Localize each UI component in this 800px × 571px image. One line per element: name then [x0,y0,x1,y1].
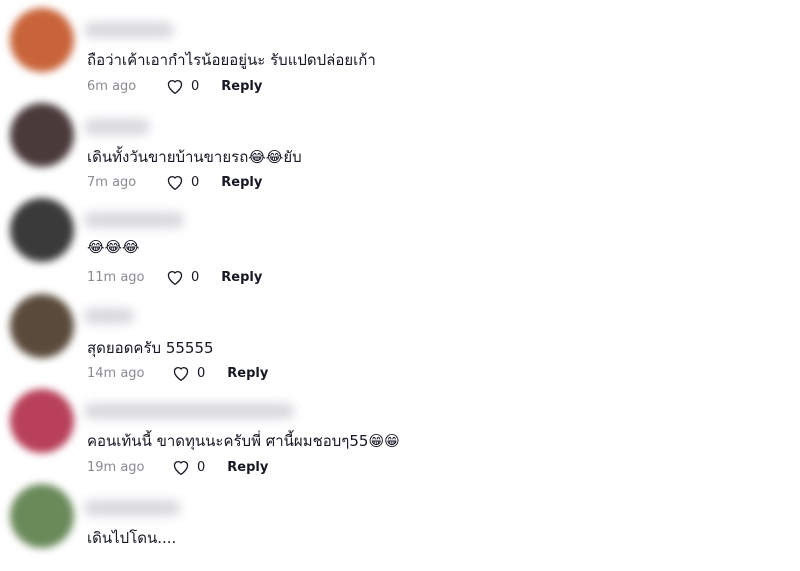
like-count: 0 [197,459,206,475]
heart-icon [167,271,183,286]
comment-item: สุดยอดครับ 55555 14m ago 0 Reply [0,286,800,382]
heart-icon [167,80,183,95]
avatar[interactable] [10,389,74,453]
comment-time: 14m ago [87,365,145,381]
reply-button[interactable]: Reply [227,460,268,475]
reply-button[interactable]: Reply [221,79,262,94]
comment-item: เดินไปโดน.... [0,476,800,571]
comment-meta: 7m ago 0 Reply [87,173,262,191]
reply-button[interactable]: Reply [221,270,262,285]
comment-time: 7m ago [87,174,137,190]
comment-time: 19m ago [87,459,145,475]
like-button[interactable]: 0 [165,173,199,191]
comment-text: 😂😂😂 [87,238,140,256]
username-blurred[interactable] [84,22,174,38]
like-count: 0 [197,365,206,381]
comment-time: 11m ago [87,269,145,285]
like-button[interactable]: 0 [171,364,205,382]
like-count: 0 [191,269,200,285]
avatar[interactable] [10,484,74,548]
reply-button[interactable]: Reply [221,175,262,190]
comment-meta: 14m ago 0 Reply [87,364,268,382]
reply-button[interactable]: Reply [227,366,268,381]
comment-meta: 19m ago 0 Reply [87,458,268,476]
username-blurred[interactable] [84,308,134,324]
comment-item: เดินทั้งวันขายบ้านขายรถ😂😂ยับ 7m ago 0 Re… [0,95,800,191]
comment-text: ถือว่าเค้าเอากำไรน้อยอยู่นะ รับแปดปล่อยเ… [87,51,376,69]
comment-text: เดินไปโดน.... [87,529,177,547]
comment-text: เดินทั้งวันขายบ้านขายรถ😂😂ยับ [87,148,302,166]
heart-icon [173,461,189,476]
comment-text: คอนเท้นนี้ ขาดทุนนะครับพี่ ศานี้ผมชอบๆ55… [87,432,400,450]
like-count: 0 [191,174,200,190]
username-blurred[interactable] [84,403,294,419]
comment-meta: 6m ago 0 Reply [87,77,262,95]
avatar[interactable] [10,294,74,358]
comment-text: สุดยอดครับ 55555 [87,339,214,357]
heart-icon [173,367,189,382]
username-blurred[interactable] [84,212,184,228]
comment-item: ถือว่าเค้าเอากำไรน้อยอยู่นะ รับแปดปล่อยเ… [0,0,800,95]
comment-item: คอนเท้นนี้ ขาดทุนนะครับพี่ ศานี้ผมชอบๆ55… [0,381,800,476]
comment-time: 6m ago [87,78,137,94]
comment-meta: 11m ago 0 Reply [87,268,262,286]
avatar[interactable] [10,198,74,262]
avatar[interactable] [10,8,74,72]
username-blurred[interactable] [84,119,150,135]
heart-icon [167,176,183,191]
comment-item: 😂😂😂 11m ago 0 Reply [0,190,800,286]
avatar[interactable] [10,103,74,167]
like-button[interactable]: 0 [165,268,199,286]
like-button[interactable]: 0 [171,458,205,476]
username-blurred[interactable] [84,500,180,516]
like-button[interactable]: 0 [165,77,199,95]
like-count: 0 [191,78,200,94]
